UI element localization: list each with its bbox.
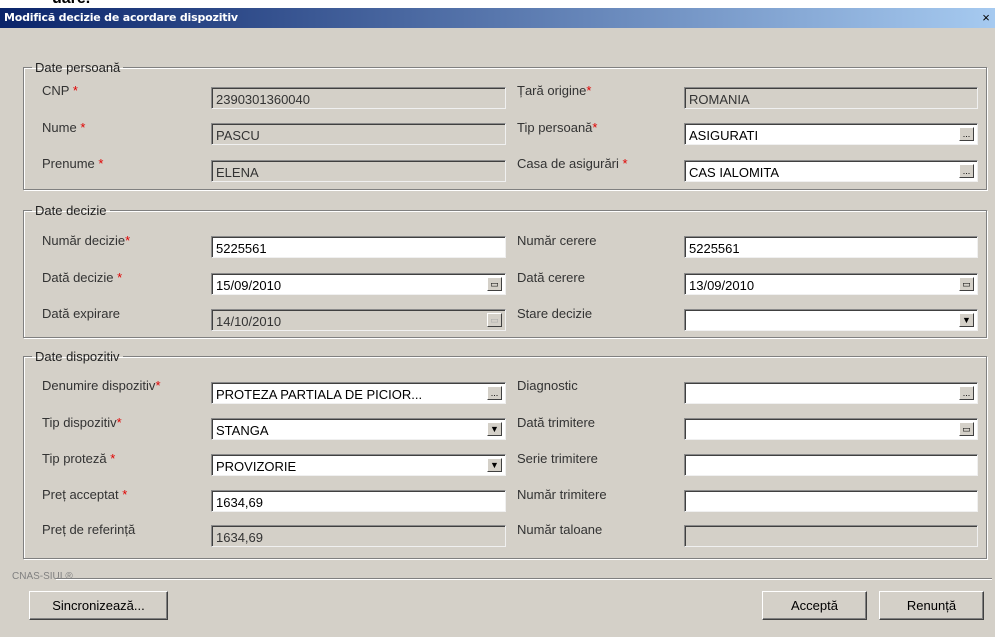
ellipsis-button[interactable]: ... [487, 386, 502, 400]
diagnostic-field[interactable]: ... [684, 382, 978, 404]
numar-cerere-field[interactable]: 5225561 [684, 236, 978, 258]
numar-taloane-field[interactable] [684, 525, 978, 547]
casa-asigurari-field[interactable]: CAS IALOMITA... [684, 160, 978, 182]
required-icon: * [110, 451, 116, 466]
pret-acceptat-label: Preț acceptat * [42, 487, 128, 502]
numar-trimitere-label: Număr trimitere [517, 487, 607, 502]
tip-proteza-label: Tip proteză * [42, 451, 116, 466]
cancel-button[interactable]: Renunță [879, 591, 984, 620]
calendar-icon[interactable]: ▭ [959, 422, 974, 436]
group-legend: Date dispozitiv [35, 349, 120, 364]
group-legend: Date decizie [35, 203, 107, 218]
chevron-down-icon[interactable]: ▼ [487, 458, 502, 472]
diagnostic-label: Diagnostic [517, 378, 578, 393]
ellipsis-button[interactable]: ... [959, 386, 974, 400]
window-title: Modifică decizie de acordare dispozitiv [4, 11, 238, 24]
sync-button[interactable]: Sincronizează... [29, 591, 168, 620]
denumire-dispozitiv-field[interactable]: PROTEZA PARTIALA DE PICIOR...... [211, 382, 506, 404]
ellipsis-button[interactable]: ... [959, 164, 974, 178]
pret-referinta-field[interactable]: 1634,69 [211, 525, 506, 547]
nume-field[interactable]: PASCU [211, 123, 506, 145]
title-bar: Modifică decizie de acordare dispozitiv … [0, 8, 995, 28]
calendar-icon: ▭ [487, 313, 502, 327]
calendar-icon[interactable]: ▭ [959, 277, 974, 291]
cnp-label: CNP * [42, 83, 78, 98]
numar-decizie-field[interactable]: 5225561 [211, 236, 506, 258]
data-trimitere-label: Dată trimitere [517, 415, 596, 430]
close-icon[interactable]: × [978, 10, 994, 26]
tip-persoana-field[interactable]: ASIGURATI... [684, 123, 978, 145]
tara-origine-label: Țară origine* [517, 83, 592, 98]
ellipsis-button[interactable]: ... [959, 127, 974, 141]
data-decizie-label: Dată decizie * [42, 270, 123, 285]
required-icon: * [125, 233, 131, 248]
serie-trimitere-label: Serie trimitere [517, 451, 598, 466]
cnp-field[interactable]: 2390301360040 [211, 87, 506, 109]
tip-proteza-select[interactable]: PROVIZORIE ▼ [211, 454, 506, 476]
prenume-field[interactable]: ELENA [211, 160, 506, 182]
denumire-dispozitiv-label: Denumire dispozitiv* [42, 378, 161, 393]
required-icon: * [122, 487, 128, 502]
pret-referinta-label: Preț de referință [42, 522, 136, 537]
stare-decizie-label: Stare decizie [517, 306, 593, 321]
required-icon: * [80, 120, 86, 135]
numar-taloane-label: Număr taloane [517, 522, 603, 537]
chevron-down-icon[interactable]: ▼ [959, 313, 974, 327]
data-trimitere-field[interactable]: ▭ [684, 418, 978, 440]
required-icon: * [586, 83, 592, 98]
tara-origine-field[interactable]: ROMANIA [684, 87, 978, 109]
required-icon: * [117, 270, 123, 285]
nume-label: Nume * [42, 120, 86, 135]
casa-asigurari-label: Casa de asigurări * [517, 156, 628, 171]
data-expirare-field[interactable]: 14/10/2010 ▭ [211, 309, 506, 331]
data-cerere-label: Dată cerere [517, 270, 585, 285]
background-page-text: uare. [52, 0, 90, 8]
chevron-down-icon[interactable]: ▼ [487, 422, 502, 436]
calendar-icon[interactable]: ▭ [487, 277, 502, 291]
required-icon: * [622, 156, 628, 171]
pret-acceptat-field[interactable]: 1634,69 [211, 490, 506, 512]
group-legend: Date persoană [35, 60, 121, 75]
stare-decizie-select[interactable]: ▼ [684, 309, 978, 331]
required-icon: * [116, 415, 122, 430]
numar-cerere-label: Număr cerere [517, 233, 597, 248]
footer-divider [56, 578, 992, 580]
data-expirare-label: Dată expirare [42, 306, 121, 321]
tip-persoana-label: Tip persoană* [517, 120, 598, 135]
data-cerere-field[interactable]: 13/09/2010 ▭ [684, 273, 978, 295]
prenume-label: Prenume * [42, 156, 104, 171]
required-icon: * [155, 378, 161, 393]
dialog-window: Modifică decizie de acordare dispozitiv … [0, 8, 995, 637]
required-icon: * [72, 83, 78, 98]
tip-dispozitiv-select[interactable]: STANGA ▼ [211, 418, 506, 440]
tip-dispozitiv-label: Tip dispozitiv* [42, 415, 122, 430]
background-page-strip: uare. [0, 0, 995, 8]
required-icon: * [98, 156, 104, 171]
brand-label: CNAS-SIUI ® [12, 571, 73, 582]
accept-button[interactable]: Acceptă [762, 591, 867, 620]
data-decizie-field[interactable]: 15/09/2010 ▭ [211, 273, 506, 295]
serie-trimitere-field[interactable] [684, 454, 978, 476]
numar-trimitere-field[interactable] [684, 490, 978, 512]
numar-decizie-label: Număr decizie* [42, 233, 131, 248]
required-icon: * [592, 120, 598, 135]
